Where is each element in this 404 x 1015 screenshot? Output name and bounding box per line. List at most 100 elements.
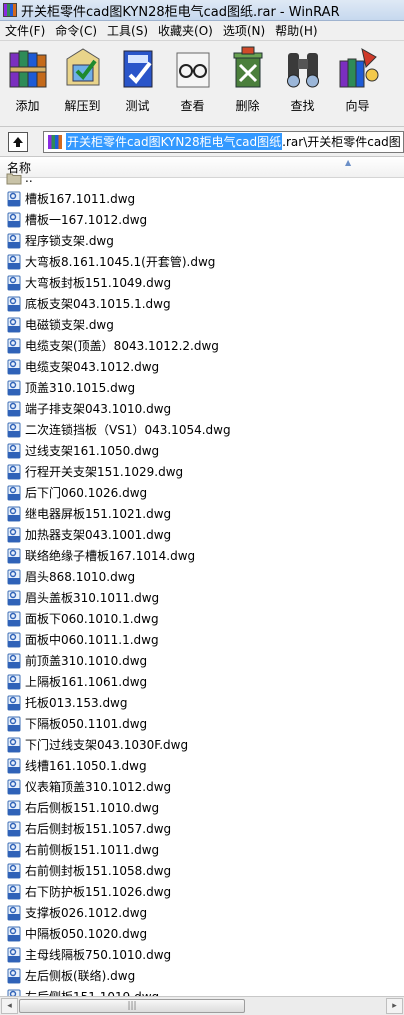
list-item[interactable]: 主母线隔板750.1010.dwg xyxy=(0,944,404,965)
list-item[interactable]: 大弯板8.161.1045.1(开套管).dwg xyxy=(0,251,404,272)
list-item-label: 大弯板封板151.1049.dwg xyxy=(25,276,172,290)
menu-file[interactable]: 文件(F) xyxy=(0,22,50,39)
dwg-file-icon xyxy=(7,338,21,353)
list-item[interactable]: 支撑板026.1012.dwg xyxy=(0,902,404,923)
list-item[interactable]: 端子排支架043.1010.dwg xyxy=(0,398,404,419)
list-item[interactable]: 中隔板050.1020.dwg xyxy=(0,923,404,944)
list-item[interactable]: 电缆支架043.1012.dwg xyxy=(0,356,404,377)
list-item[interactable]: 下门过线支架043.1030F.dwg xyxy=(0,734,404,755)
menu-options[interactable]: 选项(N) xyxy=(218,22,270,39)
list-item[interactable]: 电缆支架(顶盖）8043.1012.2.dwg xyxy=(0,335,404,356)
rar-archive-icon xyxy=(48,134,62,149)
view-button[interactable]: 查看 xyxy=(165,43,220,123)
list-item[interactable]: 右后侧板151.1010.dwg xyxy=(0,797,404,818)
list-item[interactable]: 底板支架043.1015.1.dwg xyxy=(0,293,404,314)
list-item[interactable]: 左后侧板(联络).dwg xyxy=(0,965,404,986)
list-item[interactable]: 右后侧封板151.1057.dwg xyxy=(0,818,404,839)
list-item[interactable]: 线槽161.1050.1.dwg xyxy=(0,755,404,776)
test-button[interactable]: 测试 xyxy=(110,43,165,123)
scroll-thumb[interactable]: ||| xyxy=(19,999,245,1013)
list-item[interactable]: 槽板167.1011.dwg xyxy=(0,188,404,209)
list-item[interactable]: 行程开关支架151.1029.dwg xyxy=(0,461,404,482)
list-item[interactable]: 托板013.153.dwg xyxy=(0,692,404,713)
list-item[interactable]: 左后侧板151.1019.dwg xyxy=(0,986,404,996)
dwg-file-icon xyxy=(7,632,21,647)
list-item[interactable]: 二次连锁挡板（VS1）043.1054.dwg xyxy=(0,419,404,440)
scroll-left-button[interactable]: ◂ xyxy=(1,998,18,1014)
dwg-file-icon xyxy=(7,842,21,857)
horizontal-scrollbar[interactable]: ◂ ||| ▸ xyxy=(0,996,404,1015)
list-item[interactable]: 程序锁支架.dwg xyxy=(0,230,404,251)
path-field[interactable]: 开关柜零件cad图KYN28柜电气cad图纸 .rar\开关柜零件cad图 xyxy=(43,130,404,153)
dwg-file-icon xyxy=(7,821,21,836)
dwg-file-icon xyxy=(7,737,21,752)
add-button[interactable]: 添加 xyxy=(0,43,55,123)
scroll-right-button[interactable]: ▸ xyxy=(386,998,403,1014)
dwg-file-icon xyxy=(7,527,21,542)
list-item-label: 支撑板026.1012.dwg xyxy=(25,906,148,920)
list-item-label: 右前侧封板151.1058.dwg xyxy=(25,864,172,878)
dwg-file-icon xyxy=(7,674,21,689)
list-item[interactable]: 右下防护板151.1026.dwg xyxy=(0,881,404,902)
dwg-file-icon xyxy=(7,191,21,206)
dwg-file-icon xyxy=(7,611,21,626)
dwg-file-icon xyxy=(7,233,21,248)
list-item[interactable]: 眉头868.1010.dwg xyxy=(0,566,404,587)
menu-commands[interactable]: 命令(C) xyxy=(50,22,102,39)
scroll-right-icon: ▸ xyxy=(392,1001,397,1011)
dwg-file-icon xyxy=(7,884,21,899)
dwg-file-icon xyxy=(7,443,21,458)
list-item[interactable]: 右前侧板151.1011.dwg xyxy=(0,839,404,860)
test-icon xyxy=(123,50,152,88)
list-item[interactable]: 面板下060.1010.1.dwg xyxy=(0,608,404,629)
find-button[interactable]: 查找 xyxy=(275,43,330,123)
dwg-file-icon xyxy=(7,464,21,479)
extract-to-button[interactable]: 解压到 xyxy=(55,43,110,123)
list-item[interactable]: 眉头盖板310.1011.dwg xyxy=(0,587,404,608)
list-item-label: 托板013.153.dwg xyxy=(25,696,128,710)
parent-folder-icon xyxy=(6,173,22,184)
dwg-file-icon xyxy=(7,401,21,416)
list-item[interactable]: 右前侧封板151.1058.dwg xyxy=(0,860,404,881)
add-label: 添加 xyxy=(15,99,40,113)
list-item[interactable]: 面板中060.1011.1.dwg xyxy=(0,629,404,650)
list-item[interactable]: 联络绝缘子槽板167.1014.dwg xyxy=(0,545,404,566)
sort-ascending-icon: ▲ xyxy=(345,158,352,167)
list-item-label: 眉头868.1010.dwg xyxy=(25,570,136,584)
dwg-file-icon xyxy=(7,926,21,941)
find-label: 查找 xyxy=(290,99,315,113)
wizard-icon xyxy=(339,48,378,88)
wizard-button[interactable]: 向导 xyxy=(330,43,385,123)
path-rest-text: .rar\开关柜零件cad图 xyxy=(282,135,401,149)
dwg-file-icon xyxy=(7,947,21,962)
menu-favorites[interactable]: 收藏夹(O) xyxy=(153,22,218,39)
list-item[interactable]: 顶盖310.1015.dwg xyxy=(0,377,404,398)
list-item[interactable]: 过线支架161.1050.dwg xyxy=(0,440,404,461)
dwg-file-icon xyxy=(7,506,21,521)
list-item[interactable]: 加热器支架043.1001.dwg xyxy=(0,524,404,545)
list-item[interactable]: 电磁锁支架.dwg xyxy=(0,314,404,335)
list-item-label: 中隔板050.1020.dwg xyxy=(25,927,148,941)
up-one-level-button[interactable] xyxy=(8,131,28,152)
menu-tools[interactable]: 工具(S) xyxy=(102,22,153,39)
list-item-label: 行程开关支架151.1029.dwg xyxy=(25,465,184,479)
path-selected-text: 开关柜零件cad图KYN28柜电气cad图纸 xyxy=(66,133,283,150)
winrar-app-icon xyxy=(3,3,17,17)
extract-icon xyxy=(66,48,99,86)
list-item[interactable]: 槽板一167.1012.dwg xyxy=(0,209,404,230)
window-title: 开关柜零件cad图KYN28柜电气cad图纸.rar - WinRAR xyxy=(21,4,340,20)
list-item[interactable]: 后下门060.1026.dwg xyxy=(0,482,404,503)
address-bar: 开关柜零件cad图KYN28柜电气cad图纸 .rar\开关柜零件cad图 xyxy=(0,127,404,157)
list-item[interactable]: 上隔板161.1061.dwg xyxy=(0,671,404,692)
list-item[interactable]: 大弯板封板151.1049.dwg xyxy=(0,272,404,293)
list-item-parent[interactable]: .. xyxy=(0,167,404,188)
menu-help[interactable]: 帮助(H) xyxy=(270,22,322,39)
list-item[interactable]: 继电器屏板151.1021.dwg xyxy=(0,503,404,524)
list-item-label: 线槽161.1050.1.dwg xyxy=(25,759,147,773)
list-item-label: 电磁锁支架.dwg xyxy=(25,318,114,332)
list-item[interactable]: 仪表箱顶盖310.1012.dwg xyxy=(0,776,404,797)
delete-button[interactable]: 删除 xyxy=(220,43,275,123)
list-item[interactable]: 下隔板050.1101.dwg xyxy=(0,713,404,734)
list-item-label: 面板下060.1010.1.dwg xyxy=(25,612,159,626)
list-item[interactable]: 前顶盖310.1010.dwg xyxy=(0,650,404,671)
